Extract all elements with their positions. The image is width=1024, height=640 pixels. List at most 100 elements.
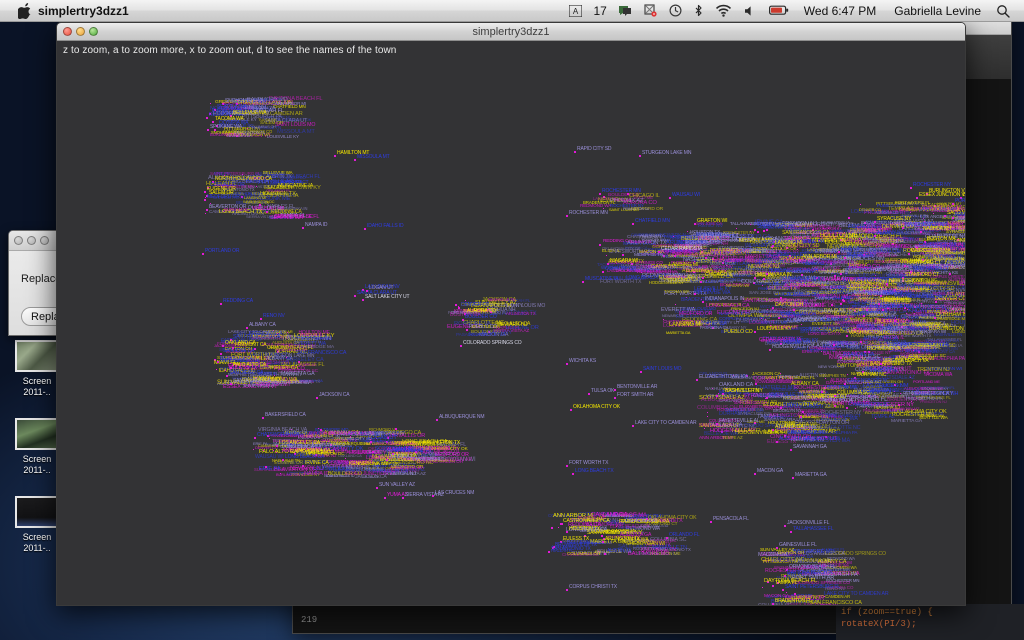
menubar-app-name[interactable]: simplertry3dzz1: [29, 0, 138, 22]
wifi-icon[interactable]: [709, 0, 738, 22]
city-label: ELIZABETHTOWN KY: [699, 375, 747, 380]
bluetooth-icon[interactable]: [688, 0, 709, 22]
city-label: BENTONVILLE AR: [617, 385, 657, 390]
city-label: NAMPA ID: [638, 525, 659, 531]
city-point: [354, 159, 356, 161]
close-icon[interactable]: [63, 27, 72, 36]
maximize-icon[interactable]: [40, 236, 49, 245]
city-label: NEWARK NJ: [497, 322, 528, 327]
city-label: CAMBRIDGE MA: [390, 465, 424, 471]
city-label: BOWLING GREEN OH: [933, 292, 965, 298]
city-label: SAINT LOUIS MO: [643, 367, 682, 372]
city-point: [557, 526, 559, 528]
city-point: [466, 329, 468, 331]
volume-icon[interactable]: [738, 0, 763, 22]
city-point: [710, 521, 712, 523]
city-label: COLUMBUS OH: [249, 125, 276, 130]
city-point: [364, 228, 366, 230]
zipcode-map-visualization[interactable]: LAKE CITY TO CAMDEN AR GREENVILLE SC ROCHE…: [57, 41, 965, 605]
city-label: CHATFIELD MN: [635, 219, 670, 224]
city-point: [838, 251, 840, 253]
city-label: CHATSWORTH CA: [257, 433, 299, 438]
menubar-clock[interactable]: Wed 6:47 PM: [795, 0, 885, 22]
city-point: [262, 417, 264, 419]
city-label: LAKE CITY TO CAMDEN AR: [635, 421, 697, 426]
city-point: [935, 301, 938, 304]
chat-icon[interactable]: [612, 0, 638, 22]
close-icon[interactable]: [14, 236, 23, 245]
sketch-canvas[interactable]: z to zoom, a to zoom more, x to zoom out…: [57, 41, 965, 605]
city-point: [675, 303, 677, 305]
city-point: [246, 327, 248, 329]
city-point: [674, 254, 677, 257]
city-label: PITTSBURGH PA: [843, 269, 881, 274]
city-point: [458, 307, 460, 309]
battery-icon[interactable]: [763, 0, 795, 22]
sketch-titlebar[interactable]: simplertry3dzz1: [57, 23, 965, 41]
city-point: [432, 495, 434, 497]
city-label: CINCINNATI OH: [781, 313, 816, 318]
city-label: COLUMBUS OH: [783, 293, 819, 298]
city-point: [762, 278, 765, 281]
city-label: LANSING MI: [669, 322, 702, 328]
city-label: LOS ANGELES CA: [279, 441, 320, 446]
timemachine-icon[interactable]: [663, 0, 688, 22]
city-label: PENSACOLA FL: [713, 517, 749, 522]
city-point: [455, 303, 458, 306]
city-point: [766, 397, 768, 399]
city-point: [204, 199, 206, 201]
city-point: [823, 595, 825, 597]
city-label: TULSA OK: [258, 118, 277, 123]
dropbox-icon[interactable]: [638, 0, 663, 22]
menubar-user-name[interactable]: Gabriella Levine: [885, 0, 990, 22]
city-label: PRINCETON NJ: [885, 305, 920, 310]
city-point: [588, 393, 590, 395]
city-label: NIAGARA WI: [726, 284, 749, 288]
city-label: MEDFORD OR: [207, 195, 240, 200]
city-label: BURLINGTON VT: [276, 473, 306, 477]
city-point: [754, 331, 756, 333]
city-point: [436, 419, 438, 421]
city-label: SAN FRANCISCO CA: [296, 350, 347, 356]
city-label: SANTA CRUZ CA: [233, 379, 271, 384]
desktop: Screen 2011-.. Screen 2011-.. Screen 201…: [0, 0, 1024, 640]
city-label: YUMA AZ: [858, 296, 874, 301]
city-label: GRAFTON WI: [697, 219, 728, 224]
city-point: [834, 395, 836, 397]
city-point: [772, 585, 774, 587]
city-label: BRADENTON FL: [775, 599, 812, 604]
city-label: HODGENVILLE KY: [772, 345, 814, 350]
city-label: LANSING MI: [775, 241, 803, 246]
city-point: [256, 185, 258, 187]
city-point: [760, 318, 762, 320]
minimize-icon[interactable]: [76, 27, 85, 36]
city-label: NASHVILLE TN: [725, 389, 759, 394]
minimize-icon[interactable]: [27, 236, 36, 245]
city-point: [766, 273, 768, 275]
city-label: NASHVILLE TN: [719, 312, 751, 317]
spotlight-search-icon[interactable]: [990, 0, 1016, 22]
city-label: CAMBRIDGE MA: [876, 265, 912, 271]
maximize-icon[interactable]: [89, 27, 98, 36]
city-point: [792, 477, 794, 479]
pde-secondary-code-pane[interactable]: if (zoom==true) { rotateX(PI/3);: [836, 604, 1024, 640]
city-point: [902, 227, 904, 229]
city-label: SIERRA VISTA AZ: [246, 215, 276, 220]
apple-logo-icon[interactable]: [9, 2, 31, 19]
menubar-badge-count[interactable]: 17: [588, 0, 611, 22]
input-menu-icon[interactable]: A: [563, 0, 588, 22]
city-label: LONG BEACH CA: [759, 260, 794, 264]
city-point: [366, 290, 368, 292]
city-point: [736, 227, 738, 229]
sketch-window[interactable]: simplertry3dzz1 z to zoom, a to zoom mor…: [56, 22, 966, 606]
city-label: AUSTIN TX: [607, 549, 632, 554]
city-point: [799, 259, 801, 261]
city-label: NASHVILLE TN: [488, 298, 515, 303]
macos-menubar[interactable]: simplertry3dzz1 A 17 Wed 6:47 PM Gabriel…: [0, 0, 1024, 22]
city-point: [846, 335, 848, 337]
city-label: STAMFORD CT: [276, 180, 309, 185]
city-point: [772, 429, 774, 431]
city-point: [614, 397, 616, 399]
city-point: [844, 383, 846, 385]
screenshot-thumbnail-icon: [15, 418, 59, 450]
